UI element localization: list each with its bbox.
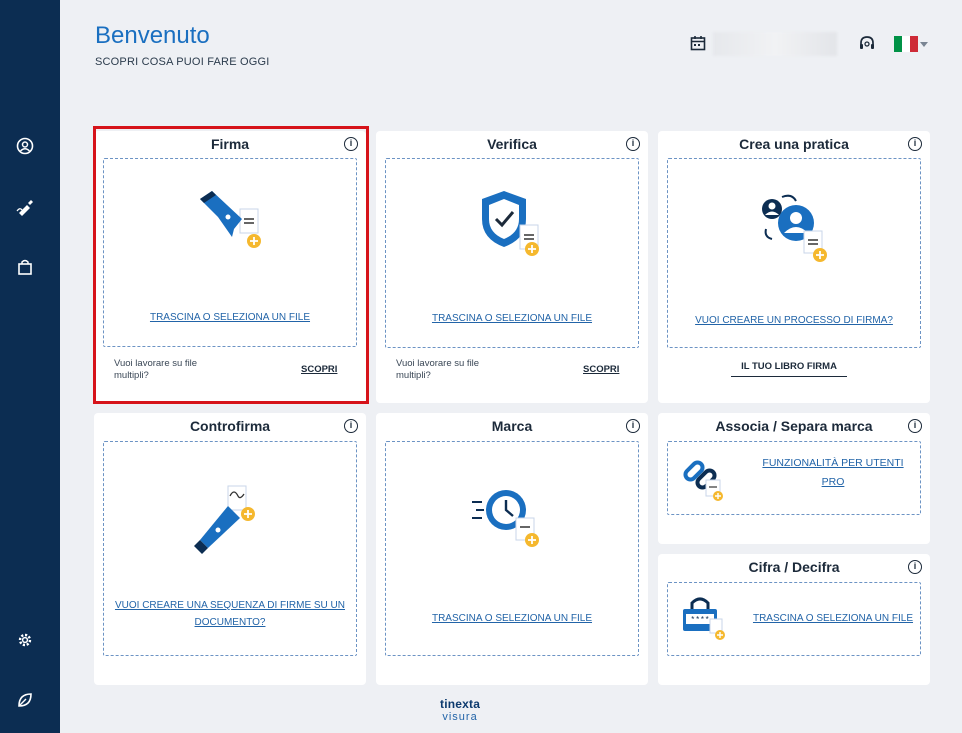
page-subtitle: SCOPRI COSA PUOI FARE OGGI bbox=[95, 56, 270, 68]
sign-pen-icon[interactable] bbox=[14, 196, 36, 218]
headset-icon[interactable] bbox=[858, 35, 876, 58]
sidebar bbox=[0, 0, 60, 733]
info-icon[interactable]: i bbox=[908, 137, 922, 151]
scopri-button[interactable]: SCOPRI bbox=[583, 364, 619, 375]
info-icon[interactable]: i bbox=[344, 419, 358, 433]
highlight-frame bbox=[93, 126, 369, 404]
pro-features-link[interactable]: FUNZIONALITÀ PER UTENTI PRO bbox=[752, 454, 914, 492]
file-dropzone[interactable]: TRASCINA O SELEZIONA UN FILE bbox=[385, 158, 639, 348]
card-title: Crea una pratica bbox=[739, 136, 849, 152]
padlock-illustration-icon: **** bbox=[683, 597, 725, 640]
leaf-icon[interactable] bbox=[14, 689, 36, 711]
info-icon[interactable]: i bbox=[626, 419, 640, 433]
pro-dropzone[interactable]: FUNZIONALITÀ PER UTENTI PRO bbox=[667, 441, 921, 515]
process-dropzone[interactable]: VUOI CREARE UN PROCESSO DI FIRMA? bbox=[667, 158, 921, 348]
file-dropzone[interactable]: TRASCINA O SELEZIONA UN FILE bbox=[385, 441, 639, 656]
chain-link-illustration-icon bbox=[683, 460, 723, 501]
card-cifra-decifra: Cifra / Decifra i **** TRASCINA O SELEZI… bbox=[658, 554, 930, 685]
user-circle-icon[interactable] bbox=[14, 135, 36, 157]
info-icon[interactable]: i bbox=[908, 560, 922, 574]
libro-firma-button[interactable]: IL TUO LIBRO FIRMA bbox=[731, 361, 847, 377]
card-title: Controfirma bbox=[189, 418, 271, 434]
select-file-link[interactable]: TRASCINA O SELEZIONA UN FILE bbox=[386, 610, 638, 627]
card-title: Marca bbox=[491, 418, 533, 434]
multi-file-text: Vuoi lavorare su file multipli? bbox=[396, 358, 480, 381]
select-file-link[interactable]: TRASCINA O SELEZIONA UN FILE bbox=[386, 310, 638, 327]
card-title: Verifica bbox=[487, 136, 537, 152]
italy-flag[interactable] bbox=[894, 36, 918, 52]
card-title: Associa / Separa marca bbox=[715, 418, 873, 434]
users-process-illustration-icon bbox=[762, 194, 827, 262]
logo-bottom-text: visura bbox=[442, 711, 478, 723]
sign-sequence-link[interactable]: VUOI CREARE UNA SEQUENZA DI FIRME SU UN … bbox=[114, 597, 346, 631]
create-process-link[interactable]: VUOI CREARE UN PROCESSO DI FIRMA? bbox=[668, 312, 920, 329]
info-icon[interactable]: i bbox=[908, 419, 922, 433]
password-mask: **** bbox=[690, 616, 709, 625]
tinexta-visura-logo: tinexta visura bbox=[440, 697, 480, 723]
card-marca: Marca i TRASCINA O SELEZIONA UN FILE bbox=[376, 413, 648, 685]
calendar-icon[interactable] bbox=[690, 35, 706, 56]
card-controfirma: Controfirma i VUOI CREARE UNA SEQUENZA D… bbox=[94, 413, 366, 685]
card-associa-separa: Associa / Separa marca i FUNZIONALITÀ PE… bbox=[658, 413, 930, 544]
page-title: Benvenuto bbox=[95, 22, 210, 49]
gear-icon[interactable] bbox=[14, 629, 36, 651]
countersign-pen-illustration-icon bbox=[194, 485, 255, 554]
card-title: Cifra / Decifra bbox=[748, 559, 840, 575]
info-icon[interactable]: i bbox=[626, 137, 640, 151]
card-crea-pratica: Crea una pratica i VUOI CREARE UN PROCES… bbox=[658, 131, 930, 403]
user-info-blurred bbox=[713, 32, 837, 56]
file-dropzone[interactable]: **** TRASCINA O SELEZIONA UN FILE bbox=[667, 582, 921, 656]
timestamp-clock-illustration-icon bbox=[472, 490, 539, 547]
select-file-link[interactable]: TRASCINA O SELEZIONA UN FILE bbox=[752, 610, 914, 627]
sequence-dropzone[interactable]: VUOI CREARE UNA SEQUENZA DI FIRME SU UN … bbox=[103, 441, 357, 656]
shield-check-illustration-icon bbox=[482, 191, 539, 256]
logo-top-text: tinexta bbox=[440, 697, 481, 711]
chevron-down-icon[interactable] bbox=[920, 42, 928, 47]
card-verifica: Verifica i TRASCINA O SELEZIONA UN FILE … bbox=[376, 131, 648, 403]
bag-icon[interactable] bbox=[14, 256, 36, 278]
